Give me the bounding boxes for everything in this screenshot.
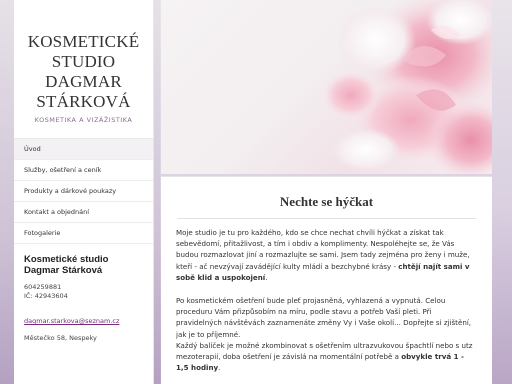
contact-name-line-1: Kosmetické studio (24, 254, 109, 265)
contact-name-line-2: Dagmar Stárková (24, 265, 103, 276)
package-end: . (218, 363, 221, 373)
intro-paragraph: Moje studio je tu pro každého, kdo se ch… (176, 227, 476, 283)
main-navigation: Úvod Služby, ošetření a ceník Produkty a… (14, 138, 153, 244)
treatment-paragraph: Po kosmetickém ošetření bude pleť projas… (176, 295, 476, 373)
contact-email-link[interactable]: dagmar.starkova@seznam.cz (24, 317, 119, 325)
site-title-line-4: STÁRKOVÁ (36, 92, 131, 111)
site-title-line-1: KOSMETICKÉ (27, 32, 140, 51)
sidebar: KOSMETICKÉ STUDIO DAGMAR STÁRKOVÁ KOSMET… (14, 0, 154, 384)
heading-divider (177, 218, 476, 219)
peony-flowers-image (321, 0, 492, 174)
treatment-text: Po kosmetickém ošetření bude pleť projas… (176, 296, 472, 339)
contact-phone: 604259881 (24, 283, 62, 291)
hero-image (161, 0, 492, 174)
site-subtitle: KOSMETIKA A VIZÁŽISTIKA (34, 116, 133, 124)
main-content: Nechte se hýčkat Moje studio je tu pro k… (161, 176, 492, 384)
nav-item-home[interactable]: Úvod (14, 139, 153, 160)
nav-item-products[interactable]: Produkty a dárkové poukazy (14, 181, 153, 202)
nav-item-services[interactable]: Služby, ošetření a ceník (14, 160, 153, 181)
intro-end: . (265, 272, 268, 282)
site-title: KOSMETICKÉ STUDIO DAGMAR STÁRKOVÁ (20, 32, 147, 112)
page-heading: Nechte se hýčkat (279, 194, 374, 209)
nav-item-contact[interactable]: Kontakt a objednání (14, 202, 153, 223)
nav-item-gallery[interactable]: Fotogalerie (14, 223, 153, 244)
site-brand[interactable]: KOSMETICKÉ STUDIO DAGMAR STÁRKOVÁ KOSMET… (14, 0, 153, 124)
site-title-line-2: STUDIO (51, 52, 116, 71)
contact-ic: IČ: 42943604 (24, 292, 68, 300)
contact-address: Městečko 58, Nespeky (24, 334, 97, 342)
site-title-line-3: DAGMAR (45, 72, 122, 91)
contact-block: Kosmetické studio Dagmar Stárková 604259… (14, 244, 153, 343)
